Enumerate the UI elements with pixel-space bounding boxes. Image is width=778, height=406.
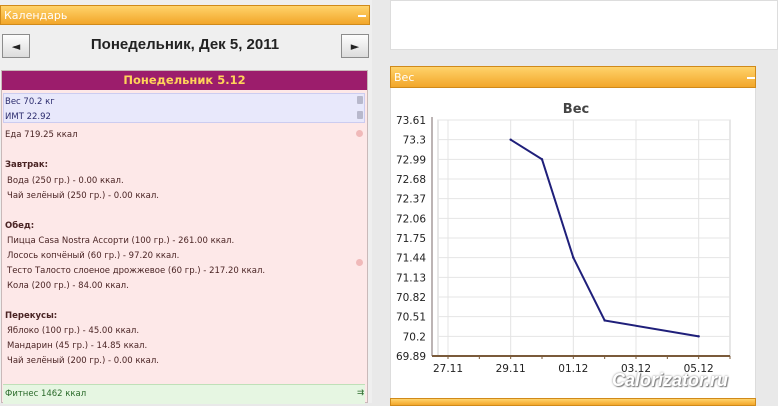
weight-chart: Вес 73.61 73.3 72.99 72.68 72.37 72.06 71.75 71… [396,102,731,375]
y-tick-label: 70.51 [396,312,426,324]
edit-icon[interactable] [356,130,363,137]
y-tick-label: 70.82 [396,292,426,304]
chart-title: Вес [563,102,589,117]
weight-box[interactable] [3,93,365,123]
weight-panel-title: Вес [394,71,415,84]
next-panel-header[interactable] [390,398,756,406]
y-tick-label: 71.44 [396,253,426,265]
meal-title-lunch: Обед: [5,221,35,231]
data-point [509,138,512,141]
food-item: Яблоко (100 гр.) - 45.00 ккал. [7,326,140,336]
food-total: Еда 719.25 ккал [5,130,78,140]
food-item: Чай зелёный (250 гр.) - 0.00 ккал. [7,191,159,201]
y-tick-label: 72.99 [396,154,426,166]
y-axis: 73.61 73.3 72.99 72.68 72.37 72.06 71.75 71.44 7… [396,115,433,363]
weight-value: Вес 70.2 кг [5,97,55,107]
meal-title-breakfast: Завтрак: [5,160,49,170]
delete-icon[interactable] [357,111,363,119]
bmi-value: ИМТ 22.92 [5,112,51,122]
food-item: Лосось копчёный (60 гр.) - 97.20 ккал. [7,251,180,261]
y-tick-label: 70.2 [403,331,426,343]
prev-day-button[interactable]: ◄ [2,34,30,58]
fitness-arrow-icon[interactable]: ⇉ [357,388,364,398]
collapse-icon[interactable] [358,15,366,17]
calendar-header-title: Календарь [4,9,68,22]
y-tick-label: 73.3 [403,135,426,147]
arrow-right-icon: ► [350,39,360,53]
collapse-icon[interactable] [747,77,755,79]
y-tick-label: 69.89 [396,351,426,363]
data-point [697,335,700,338]
y-tick-label: 72.37 [396,194,426,206]
meal-title-snacks: Перекусы: [5,311,58,321]
data-point [603,319,606,322]
food-item: Чай зелёный (200 гр.) - 0.00 ккал. [7,356,159,366]
next-day-button[interactable]: ► [341,34,369,58]
date-title: Понедельник, Дек 5, 2011 [90,36,280,53]
edit-icon[interactable] [356,259,363,266]
x-tick-label: 29.11 [496,363,526,375]
y-tick-label: 71.13 [396,272,426,284]
arrow-left-icon: ◄ [11,39,21,53]
y-tick-label: 72.06 [396,213,426,225]
fitness-total: Фитнес 1462 ккал [5,389,87,399]
chart-grid [437,119,731,357]
food-item: Мандарин (45 гр.) - 14.85 ккал. [7,341,148,351]
weight-panel-header[interactable]: Вес [390,66,756,88]
food-item: Вода (250 гр.) - 0.00 ккал. [7,176,124,186]
day-header[interactable]: Понедельник 5.12 [2,71,367,90]
data-point [572,256,575,259]
data-point [540,158,544,161]
food-item: Тесто Талосто слоеное дрожжевое (60 гр.)… [7,266,266,276]
calendar-header[interactable]: Календарь [0,5,370,25]
x-tick-label: 01.12 [558,363,588,375]
y-tick-label: 71.75 [396,233,426,245]
x-tick-label: 27.11 [433,363,463,375]
food-item: Кола (200 гр.) - 84.00 ккал. [7,281,129,291]
top-right-panel [390,0,778,50]
food-item: Пицца Casa Nostra Ассорти (100 гр.) - 26… [7,236,235,246]
y-tick-label: 72.68 [396,174,426,186]
delete-icon[interactable] [357,96,363,104]
y-tick-label: 73.61 [396,115,426,127]
watermark: Calorizator.ru [612,370,729,390]
